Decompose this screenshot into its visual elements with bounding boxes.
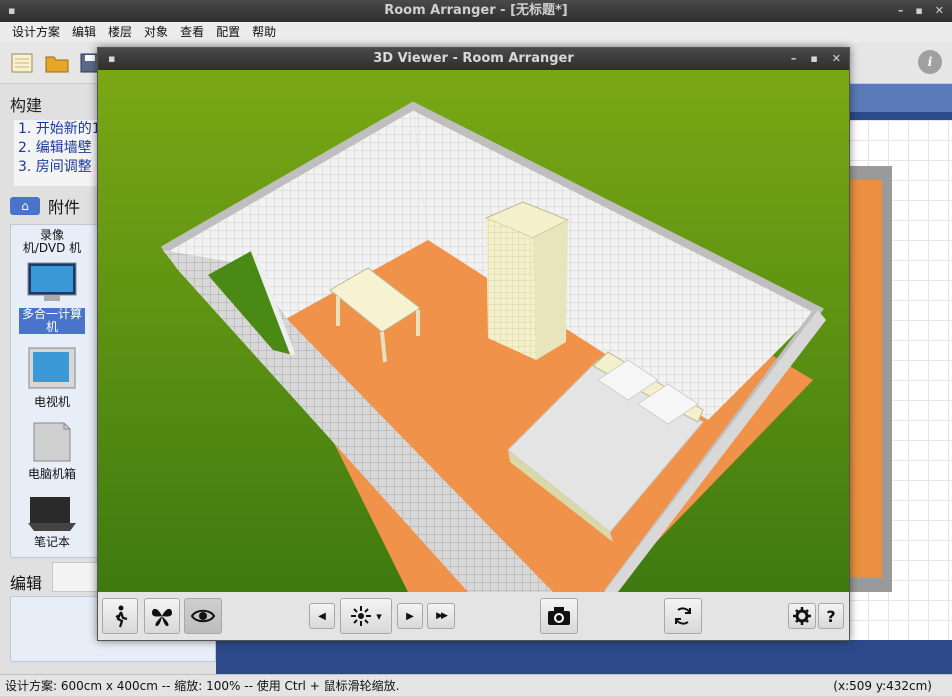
refresh-button[interactable]	[664, 598, 702, 634]
walk-icon	[115, 605, 128, 628]
next-icon: ▶	[406, 610, 414, 622]
fast-forward-button[interactable]: ▶▶	[427, 603, 455, 629]
main-titlebar: ▪ Room Arranger - [无标题*] – ▪ ✕	[0, 0, 952, 22]
light-button[interactable]: ▾	[340, 598, 392, 634]
menubar: 设计方案 编辑 楼层 对象 查看 配置 帮助	[0, 22, 952, 42]
build-title: 构建	[10, 96, 43, 115]
minimize-button[interactable]: –	[898, 0, 904, 22]
plan-floor	[848, 180, 882, 578]
viewer-titlebar: ▪ 3D Viewer - Room Arranger – ▪ ✕	[98, 48, 849, 70]
prev-button[interactable]: ◀	[309, 603, 335, 629]
pc-case-icon	[33, 422, 71, 462]
palette-item-tv[interactable]: 电视机	[19, 345, 85, 409]
palette-label: 电视机	[33, 395, 70, 409]
attachments-title: 附件	[48, 198, 81, 217]
wardrobe-model	[484, 201, 570, 360]
statusbar: 设计方案: 600cm x 400cm -- 缩放: 100% -- 使用 Ct…	[0, 674, 952, 696]
next-button[interactable]: ▶	[397, 603, 423, 629]
light-dropdown-icon: ▾	[376, 609, 382, 623]
palette-item-laptop[interactable]: 笔记本	[19, 493, 85, 549]
menu-help[interactable]: 帮助	[246, 22, 282, 42]
edit-title: 编辑	[10, 574, 43, 593]
help-icon: ?	[826, 606, 836, 626]
light-icon	[351, 606, 372, 626]
viewer-close-button[interactable]: ✕	[832, 48, 841, 70]
prev-icon: ◀	[318, 610, 326, 622]
palette-label: 笔记本	[33, 535, 70, 549]
view-button[interactable]	[184, 598, 222, 634]
new-file-icon[interactable]	[10, 51, 36, 75]
info-icon[interactable]: i	[918, 50, 942, 74]
butterfly-icon	[152, 608, 172, 627]
help-button[interactable]: ?	[818, 603, 844, 629]
system-menu-icon[interactable]: ▪	[8, 0, 15, 22]
status-coords: (x:509 y:432cm)	[833, 679, 932, 693]
palette-label: 电脑机箱	[27, 467, 76, 481]
walk-button[interactable]	[102, 598, 138, 634]
all-in-one-computer-icon	[27, 262, 77, 301]
palette-item-vcr[interactable]: 录像机/DVD 机	[19, 229, 85, 255]
screenshot-button[interactable]	[540, 598, 578, 634]
menu-design[interactable]: 设计方案	[6, 22, 66, 42]
3d-scene[interactable]	[98, 70, 849, 595]
settings-button[interactable]	[788, 603, 816, 629]
menu-view[interactable]: 查看	[174, 22, 210, 42]
viewer-title: 3D Viewer - Room Arranger	[373, 51, 574, 66]
maximize-button[interactable]: ▪	[915, 0, 922, 22]
menu-object[interactable]: 对象	[138, 22, 174, 42]
fast-forward-icon: ▶▶	[436, 611, 448, 621]
viewer-maximize-button[interactable]: ▪	[810, 48, 817, 70]
camera-icon	[548, 607, 570, 625]
eye-icon	[190, 609, 216, 623]
tv-icon	[28, 347, 76, 389]
palette-label: 多合一计算机	[19, 308, 85, 334]
viewer-minimize-button[interactable]: –	[791, 48, 797, 70]
attachments-header: ⌂ 附件	[10, 194, 80, 218]
close-button[interactable]: ✕	[935, 0, 944, 22]
menu-floor[interactable]: 楼层	[102, 22, 138, 42]
gear-icon	[793, 607, 811, 625]
viewer-toolbar: ◀ ▾ ▶ ▶▶ ?	[98, 592, 849, 640]
open-folder-icon[interactable]	[44, 51, 70, 75]
home-icon[interactable]: ⌂	[10, 197, 40, 215]
viewer-window: ▪ 3D Viewer - Room Arranger – ▪ ✕ ◀ ▾ ▶ …	[97, 47, 850, 641]
menu-edit[interactable]: 编辑	[66, 22, 102, 42]
palette-label: 录像机/DVD 机	[22, 228, 82, 255]
palette-item-all-in-one[interactable]: 多合一计算机	[19, 261, 85, 334]
fly-button[interactable]	[144, 598, 180, 634]
refresh-icon	[675, 607, 691, 625]
status-text: 设计方案: 600cm x 400cm -- 缩放: 100% -- 使用 Ct…	[5, 679, 400, 693]
menu-config[interactable]: 配置	[210, 22, 246, 42]
viewer-system-menu-icon[interactable]: ▪	[108, 48, 115, 70]
palette-item-pc-case[interactable]: 电脑机箱	[19, 417, 85, 481]
window-title: Room Arranger - [无标题*]	[384, 3, 568, 18]
laptop-icon	[28, 497, 76, 531]
